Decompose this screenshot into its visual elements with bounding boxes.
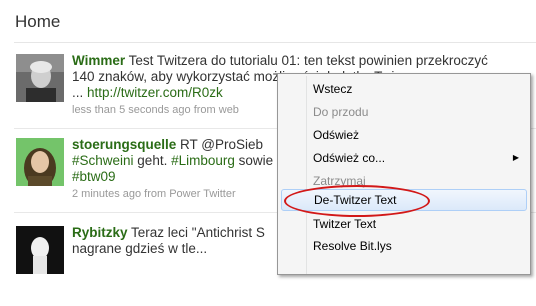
menu-item-label: Zatrzymaj [313,174,366,188]
tweet-text: Teraz leci "Antichrist S [127,225,265,240]
menu-item-label: Wstecz [313,82,353,96]
tweet-link[interactable]: http://twitzer.com/R0zk [87,85,223,100]
context-menu: Wstecz Do przodu Odśwież Odśwież co... ▶… [277,73,531,275]
hashtag-link[interactable]: #Schweini [72,153,134,168]
hashtag-link[interactable]: #btw09 [72,169,116,184]
tweet-text: nagrane gdzieś w tle... [72,241,208,256]
menu-item-twitzer-text[interactable]: Twitzer Text [281,213,527,235]
tweet-text: RT @ProSieb [176,137,264,152]
menu-item-resolve-bitlys[interactable]: Resolve Bit.lys [281,235,527,257]
menu-item-forward: Do przodu [281,101,527,123]
avatar[interactable] [16,226,64,274]
menu-item-label: Do przodu [313,105,369,119]
tweet-text: sowie [234,153,274,168]
page-title: Home [15,12,61,31]
submenu-arrow-icon: ▶ [512,153,519,162]
tweet-username[interactable]: stoerungsquelle [72,137,176,152]
menu-item-reload[interactable]: Odśwież [281,124,527,146]
tweet-username[interactable]: Rybitzky [72,225,128,240]
menu-item-de-twitzer-text[interactable]: De-Twitzer Text [281,189,527,211]
menu-item-label: Odśwież co... [313,151,386,165]
header-divider [14,42,536,43]
tweet-username[interactable]: Wimmer [72,53,125,68]
menu-item-back[interactable]: Wstecz [281,78,527,100]
menu-item-label: De-Twitzer Text [314,193,397,207]
tweet-text: geht. [133,153,172,168]
menu-item-label: Resolve Bit.lys [313,239,392,253]
avatar[interactable] [16,138,64,186]
avatar[interactable] [16,54,64,102]
menu-item-label: Odśwież [313,128,360,142]
tweet-ellipsis: ... [72,85,88,100]
menu-item-reload-every[interactable]: Odśwież co... ▶ [281,147,527,169]
menu-item-label: Twitzer Text [313,217,377,231]
hashtag-link[interactable]: #Limbourg [171,153,235,168]
